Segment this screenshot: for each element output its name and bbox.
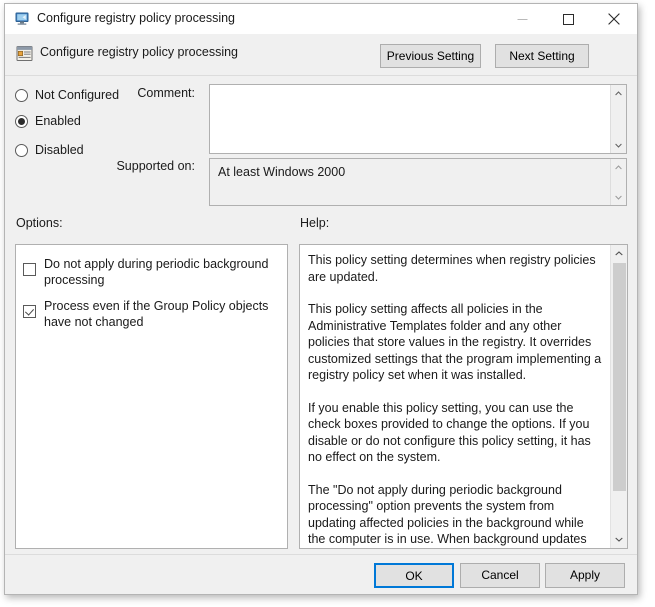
radio-not-configured[interactable]: Not Configured: [15, 88, 119, 102]
scroll-up-icon[interactable]: [611, 159, 626, 175]
checkbox-no-background-processing-label: Do not apply during periodic background …: [44, 257, 269, 287]
configure-registry-policy-dialog: Configure registry policy processing Con…: [4, 3, 638, 595]
radio-enabled[interactable]: Enabled: [15, 114, 81, 128]
help-scrollbar-thumb[interactable]: [613, 263, 626, 491]
supported-on-scrollbar[interactable]: [610, 159, 626, 205]
radio-enabled-label: Enabled: [35, 114, 81, 128]
comment-scrollbar[interactable]: [610, 85, 626, 153]
help-paragraph: This policy setting determines when regi…: [308, 253, 596, 284]
help-paragraph: If you enable this policy setting, you c…: [308, 400, 591, 465]
checkbox-no-background-processing[interactable]: Do not apply during periodic background …: [23, 256, 273, 288]
policy-setting-icon: [16, 45, 33, 62]
help-panel: This policy setting determines when regi…: [299, 244, 628, 549]
checkbox-indicator: [23, 263, 36, 276]
scroll-down-icon[interactable]: [611, 137, 626, 153]
comment-label: Comment:: [137, 86, 195, 100]
checkbox-process-even-if-unchanged-label: Process even if the Group Policy objects…: [44, 299, 269, 329]
setting-title: Configure registry policy processing: [40, 45, 239, 59]
help-paragraph: This policy setting affects all policies…: [308, 302, 602, 382]
radio-indicator: [15, 88, 28, 102]
help-text-area: This policy setting determines when regi…: [300, 245, 610, 548]
checkbox-indicator-checked: [23, 305, 36, 318]
maximize-button[interactable]: [545, 4, 591, 34]
options-panel: Do not apply during periodic background …: [15, 244, 288, 549]
scroll-down-icon[interactable]: [611, 189, 626, 205]
options-label: Options:: [16, 216, 63, 230]
cancel-button[interactable]: Cancel: [460, 563, 540, 588]
radio-indicator-selected: [15, 114, 28, 128]
previous-setting-button[interactable]: Previous Setting: [380, 44, 481, 68]
dialog-header: Configure registry policy processing Pre…: [5, 34, 637, 76]
minimize-button[interactable]: [499, 4, 545, 34]
dialog-footer: OK Cancel Apply: [5, 554, 637, 594]
computer-monitor-icon: [14, 11, 30, 27]
supported-on-field: At least Windows 2000: [209, 158, 627, 206]
scroll-down-icon[interactable]: [611, 531, 627, 548]
apply-button[interactable]: Apply: [545, 563, 625, 588]
help-label: Help:: [300, 216, 330, 230]
next-setting-button[interactable]: Next Setting: [495, 44, 589, 68]
supported-on-value: At least Windows 2000: [218, 165, 346, 179]
radio-indicator: [15, 143, 28, 157]
radio-disabled-label: Disabled: [35, 143, 84, 157]
window-title: Configure registry policy processing: [37, 11, 236, 25]
supported-on-label: Supported on:: [116, 159, 195, 173]
help-scrollbar[interactable]: [610, 245, 627, 548]
help-paragraph: The "Do not apply during periodic backgr…: [308, 482, 587, 547]
title-bar: Configure registry policy processing: [5, 4, 637, 34]
close-button[interactable]: [591, 4, 637, 34]
comment-input[interactable]: [209, 84, 627, 154]
scroll-up-icon[interactable]: [611, 85, 626, 101]
radio-disabled[interactable]: Disabled: [15, 143, 84, 157]
scroll-up-icon[interactable]: [611, 245, 627, 262]
ok-button[interactable]: OK: [374, 563, 454, 588]
checkbox-process-even-if-unchanged[interactable]: Process even if the Group Policy objects…: [23, 298, 273, 330]
